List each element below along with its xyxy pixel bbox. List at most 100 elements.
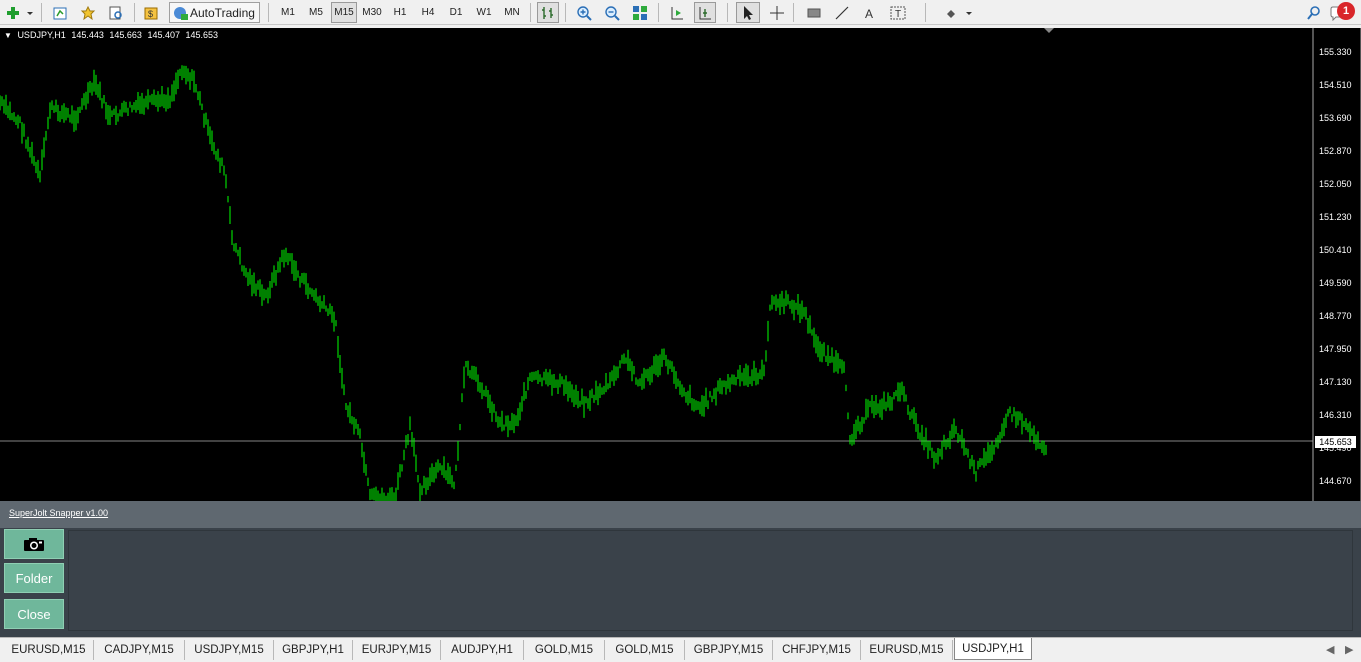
panel-title[interactable]: SuperJolt Snapper v1.00 — [9, 508, 108, 518]
zoom-in-button[interactable] — [573, 2, 595, 23]
rectangle-button[interactable] — [803, 2, 825, 23]
chart-open: 145.443 — [71, 30, 104, 40]
shapes-icon — [947, 9, 972, 18]
price-level: 146.310 — [1319, 410, 1352, 420]
zoom-out-icon — [605, 5, 620, 21]
snapshot-preview-area — [68, 530, 1353, 631]
timeframe-m1[interactable]: M1 — [275, 2, 301, 23]
timeframe-m15[interactable]: M15 — [331, 2, 357, 23]
profiles-button[interactable] — [50, 2, 70, 23]
timeframe-m5[interactable]: M5 — [303, 2, 329, 23]
separator — [41, 3, 42, 22]
main-toolbar: $ AutoTrading M1 M5 M15 M30 H1 H4 D1 W1 … — [0, 0, 1361, 25]
text-icon: A — [865, 7, 873, 21]
price-level: 147.950 — [1319, 344, 1352, 354]
svg-text:T: T — [895, 9, 901, 20]
search-button[interactable] — [1303, 2, 1325, 23]
autotrading-icon — [174, 6, 188, 20]
terminal-window: $ AutoTrading M1 M5 M15 M30 H1 H4 D1 W1 … — [0, 0, 1361, 662]
tab-gold-m15[interactable]: GOLD,M15 — [605, 640, 685, 660]
chart-symbol: USDJPY,H1 — [17, 30, 66, 40]
timeframe-d1[interactable]: D1 — [443, 2, 469, 23]
separator — [565, 3, 566, 22]
price-bars — [0, 65, 1047, 501]
text-label-button[interactable]: T — [887, 2, 909, 23]
chart-high: 145.663 — [109, 30, 142, 40]
tab-gbpjpy-m15[interactable]: GBPJPY,M15 — [685, 640, 773, 660]
tab-eurjpy-m15[interactable]: EURJPY,M15 — [353, 640, 441, 660]
tab-gold-m15[interactable]: GOLD,M15 — [524, 640, 605, 660]
price-level: 147.130 — [1319, 377, 1352, 387]
price-level: 144.670 — [1319, 476, 1352, 486]
market-watch-icon — [80, 5, 96, 20]
zoom-in-icon — [577, 5, 592, 21]
timeframe-w1[interactable]: W1 — [471, 2, 497, 23]
chart-header: ▼ USDJPY,H1 145.443 145.663 145.407 145.… — [4, 30, 221, 40]
svg-text:$: $ — [148, 9, 153, 19]
price-level: 153.690 — [1319, 113, 1352, 123]
separator — [268, 3, 269, 22]
line-icon — [835, 6, 849, 19]
tab-eurusd-m15[interactable]: EURUSD,M15 — [861, 640, 953, 660]
navigator-icon — [109, 6, 122, 19]
line-button[interactable] — [831, 2, 853, 23]
separator — [658, 3, 659, 22]
close-button[interactable]: Close — [4, 599, 64, 629]
tab-usdjpy-m15[interactable]: USDJPY,M15 — [185, 640, 274, 660]
auto-scroll-button[interactable] — [666, 2, 688, 23]
separator — [925, 3, 926, 22]
cursor-button[interactable] — [736, 2, 760, 23]
text-button[interactable]: A — [859, 2, 881, 23]
separator — [134, 3, 135, 22]
navigator-button[interactable] — [106, 2, 126, 23]
profiles-icon — [53, 7, 67, 19]
chart-canvas — [0, 28, 1314, 501]
timeframe-h4[interactable]: H4 — [415, 2, 441, 23]
svg-text:A: A — [865, 7, 873, 21]
chart-close: 145.653 — [185, 30, 219, 40]
chart-menu-triangle-icon[interactable]: ▼ — [4, 31, 12, 40]
timeframe-h1[interactable]: H1 — [387, 2, 413, 23]
folder-button[interactable]: Folder — [4, 563, 64, 593]
tab-usdjpy-h1[interactable]: USDJPY,H1 — [954, 638, 1032, 660]
new-chart-icon — [7, 6, 33, 19]
autotrading-button[interactable]: AutoTrading — [169, 2, 260, 23]
market-watch-button[interactable] — [78, 2, 98, 23]
new-order-icon: $ — [144, 7, 158, 19]
tile-windows-button[interactable] — [629, 2, 651, 23]
new-order-button[interactable]: $ — [141, 2, 161, 23]
cursor-icon — [744, 5, 753, 20]
current-price-label: 145.653 — [1315, 436, 1356, 448]
tab-scroll-left-icon[interactable]: ◀ — [1326, 643, 1334, 656]
price-level: 150.410 — [1319, 245, 1352, 255]
chart-shift-button[interactable] — [694, 2, 716, 23]
rectangle-icon — [807, 8, 821, 17]
panel-header: SuperJolt Snapper v1.00 — [0, 501, 1361, 528]
price-level: 148.770 — [1319, 311, 1352, 321]
timeframe-m30[interactable]: M30 — [359, 2, 385, 23]
tab-scroll-right-icon[interactable]: ▶ — [1345, 643, 1353, 656]
new-chart-button[interactable] — [4, 2, 36, 23]
crosshair-icon — [770, 5, 784, 20]
zoom-out-button[interactable] — [601, 2, 623, 23]
shapes-button[interactable] — [943, 2, 973, 23]
crosshair-button[interactable] — [766, 2, 788, 23]
notification-count-badge: 1 — [1337, 2, 1355, 20]
tab-gbpjpy-h1[interactable]: GBPJPY,H1 — [274, 640, 353, 660]
text-label-icon: T — [890, 6, 906, 20]
timeframe-mn[interactable]: MN — [499, 2, 525, 23]
tab-eurusd-m15[interactable]: EURUSD,M15 — [4, 640, 94, 660]
tab-chfjpy-m15[interactable]: CHFJPY,M15 — [773, 640, 861, 660]
camera-icon — [24, 538, 44, 551]
tab-cadjpy-m15[interactable]: CADJPY,M15 — [94, 640, 185, 660]
chart-low: 145.407 — [147, 30, 180, 40]
screenshot-button[interactable] — [4, 529, 64, 559]
price-level: 155.330 — [1319, 47, 1352, 57]
price-chart[interactable]: ▼ USDJPY,H1 145.443 145.663 145.407 145.… — [0, 28, 1361, 501]
tile-windows-icon — [633, 5, 647, 20]
bar-chart-button[interactable] — [537, 2, 559, 23]
snapper-panel: SuperJolt Snapper v1.00 Folder Close — [0, 501, 1361, 637]
tab-audjpy-h1[interactable]: AUDJPY,H1 — [441, 640, 524, 660]
price-level: 152.870 — [1319, 146, 1352, 156]
price-level: 149.590 — [1319, 278, 1352, 288]
